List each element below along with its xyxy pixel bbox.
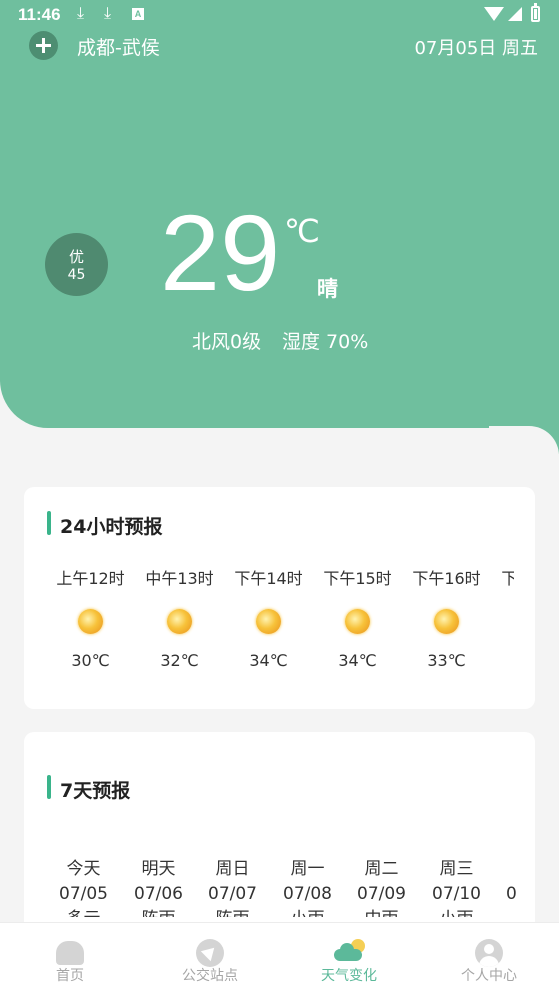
day-label: 周二 <box>364 859 399 879</box>
tab-profile[interactable]: 个人中心 <box>419 923 559 993</box>
city-name[interactable]: 成都-武侯 <box>77 33 160 60</box>
day-label: 周一 <box>290 859 325 879</box>
hourly-item: 下午16时 33℃ <box>402 565 491 670</box>
download-icon: ⤓ <box>104 5 112 22</box>
status-time: 11:46 <box>18 5 61 24</box>
hour-temp: 34℃ <box>249 651 288 670</box>
hour-temp: 30℃ <box>71 651 110 670</box>
hour-temp: 33℃ <box>427 651 466 670</box>
daily-item: 07/11 <box>493 857 516 907</box>
battery-icon <box>531 3 540 22</box>
hour-label: 下午15时 <box>323 569 392 588</box>
day-label <box>493 857 516 882</box>
sunny-icon <box>345 609 370 634</box>
wind-info: 北风0级 <box>192 331 262 353</box>
hour-label: 下午14时 <box>234 569 303 588</box>
day-label: 周日 <box>215 859 250 879</box>
day-weather: 阵雨 <box>195 907 270 917</box>
hour-label: 下午17时 <box>501 569 514 588</box>
hour-label: 下午16时 <box>412 569 481 588</box>
tab-label: 公交站点 <box>182 968 238 984</box>
hourly-item: 下午15时 34℃ <box>313 565 402 670</box>
hourly-item: 下午17时 <box>491 565 514 589</box>
section-marker <box>47 775 51 799</box>
day-weather: 小雨 <box>419 907 494 917</box>
aqi-badge[interactable]: 优 45 <box>45 233 108 296</box>
day-weather: 中雨 <box>344 907 419 917</box>
sunny-icon <box>434 609 459 634</box>
status-bar: 11:46 ⤓ ⤓ A <box>0 0 559 32</box>
day-date: 07/07 <box>208 884 257 904</box>
signal-icon <box>508 7 522 21</box>
day-weather: 阵雨 <box>121 907 196 917</box>
section-marker <box>47 511 51 535</box>
tab-label: 个人中心 <box>461 968 517 984</box>
daily-item: 周日 07/07 阵雨 <box>195 857 270 917</box>
tab-label: 首页 <box>56 968 84 984</box>
hour-label: 中午13时 <box>145 569 214 588</box>
sunny-icon <box>256 609 281 634</box>
navigation-icon <box>196 939 224 967</box>
day-weather: 小雨 <box>270 907 345 917</box>
day-weather: 多云 <box>46 907 121 917</box>
day-label: 明天 <box>141 859 176 879</box>
daily-forecast-title: 7天预报 <box>60 780 131 802</box>
hour-label: 上午12时 <box>56 569 125 588</box>
tab-home[interactable]: 首页 <box>0 923 140 993</box>
current-temperature: 29 <box>160 192 281 313</box>
sunny-icon <box>78 609 103 634</box>
add-city-button[interactable] <box>29 31 58 60</box>
daily-item: 周二 07/09 中雨 <box>344 857 419 917</box>
hourly-forecast-card: 24小时预报 上午12时 30℃ 中午13时 32℃ 下午14时 34℃ 下午1… <box>24 487 535 709</box>
tab-label: 天气变化 <box>321 968 377 984</box>
bottom-tab-bar: 首页 公交站点 天气变化 个人中心 <box>0 922 559 993</box>
tab-weather[interactable]: 天气变化 <box>279 923 419 993</box>
current-date: 07月05日 周五 <box>414 38 538 59</box>
day-date: 07/10 <box>432 884 481 904</box>
day-date: 07/11 <box>506 884 516 904</box>
hourly-forecast-title: 24小时预报 <box>60 516 163 538</box>
hour-temp: 34℃ <box>338 651 377 670</box>
download-icon: ⤓ <box>77 5 85 22</box>
daily-item: 周三 07/10 小雨 <box>419 857 494 917</box>
hourly-item: 中午13时 32℃ <box>135 565 224 670</box>
daily-item: 明天 07/06 阵雨 <box>121 857 196 917</box>
hourly-item: 下午14时 34℃ <box>224 565 313 670</box>
day-date: 07/06 <box>134 884 183 904</box>
wifi-icon <box>484 7 504 21</box>
hourly-item: 上午12时 30℃ <box>56 565 135 670</box>
aqi-value: 45 <box>67 267 86 283</box>
day-date: 07/09 <box>357 884 406 904</box>
sunny-icon <box>167 609 192 634</box>
user-icon <box>475 939 503 967</box>
hourly-forecast-list[interactable]: 上午12时 30℃ 中午13时 32℃ 下午14时 34℃ 下午15时 34℃ … <box>56 565 514 675</box>
home-icon <box>56 941 84 965</box>
weather-condition: 晴 <box>317 277 338 301</box>
hour-temp: 32℃ <box>160 651 199 670</box>
tab-bus-stops[interactable]: 公交站点 <box>140 923 280 993</box>
humidity-info: 湿度 70% <box>282 331 369 353</box>
app-notification-icon: A <box>132 8 144 20</box>
daily-item: 周一 07/08 小雨 <box>270 857 345 917</box>
daily-forecast-list[interactable]: 今天 07/05 多云 明天 07/06 阵雨 周日 07/07 阵雨 周一 0… <box>46 857 516 917</box>
day-label: 今天 <box>66 859 101 879</box>
aqi-level: 优 <box>68 248 84 266</box>
temperature-unit: ℃ <box>284 212 320 250</box>
day-date: 07/05 <box>59 884 108 904</box>
day-date: 07/08 <box>283 884 332 904</box>
day-label: 周三 <box>439 859 474 879</box>
weather-cloud-icon <box>334 939 365 963</box>
daily-item: 今天 07/05 多云 <box>46 857 121 917</box>
